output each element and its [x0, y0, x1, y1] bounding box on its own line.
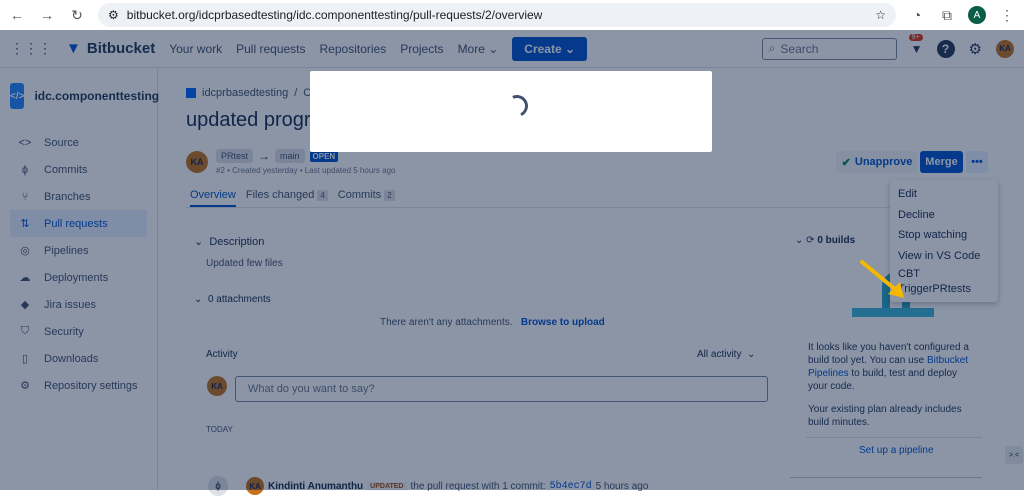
address-bar[interactable]: ⚙ bitbucket.org/idcprbasedtesting/idc.co…	[98, 3, 896, 27]
loading-spinner-icon	[502, 91, 532, 121]
puzzle-icon[interactable]: ⧉	[938, 7, 956, 24]
forward-icon[interactable]: →	[38, 7, 56, 23]
site-info-icon[interactable]: ⚙	[108, 8, 119, 22]
annotation-arrow-icon	[860, 260, 904, 298]
loading-modal	[310, 71, 712, 152]
bookmark-star-icon[interactable]: ☆	[875, 8, 886, 22]
menu-kebab-icon[interactable]: ⋮	[998, 7, 1016, 24]
back-icon[interactable]: ←	[8, 7, 26, 23]
url-text: bitbucket.org/idcprbasedtesting/idc.comp…	[126, 8, 543, 22]
browser-toolbar: ← → ↻ ⚙ bitbucket.org/idcprbasedtesting/…	[0, 0, 1024, 30]
profile-avatar[interactable]: A	[968, 6, 986, 24]
reload-icon[interactable]: ↻	[68, 7, 86, 24]
extension-icon[interactable]: ◔	[908, 7, 926, 23]
